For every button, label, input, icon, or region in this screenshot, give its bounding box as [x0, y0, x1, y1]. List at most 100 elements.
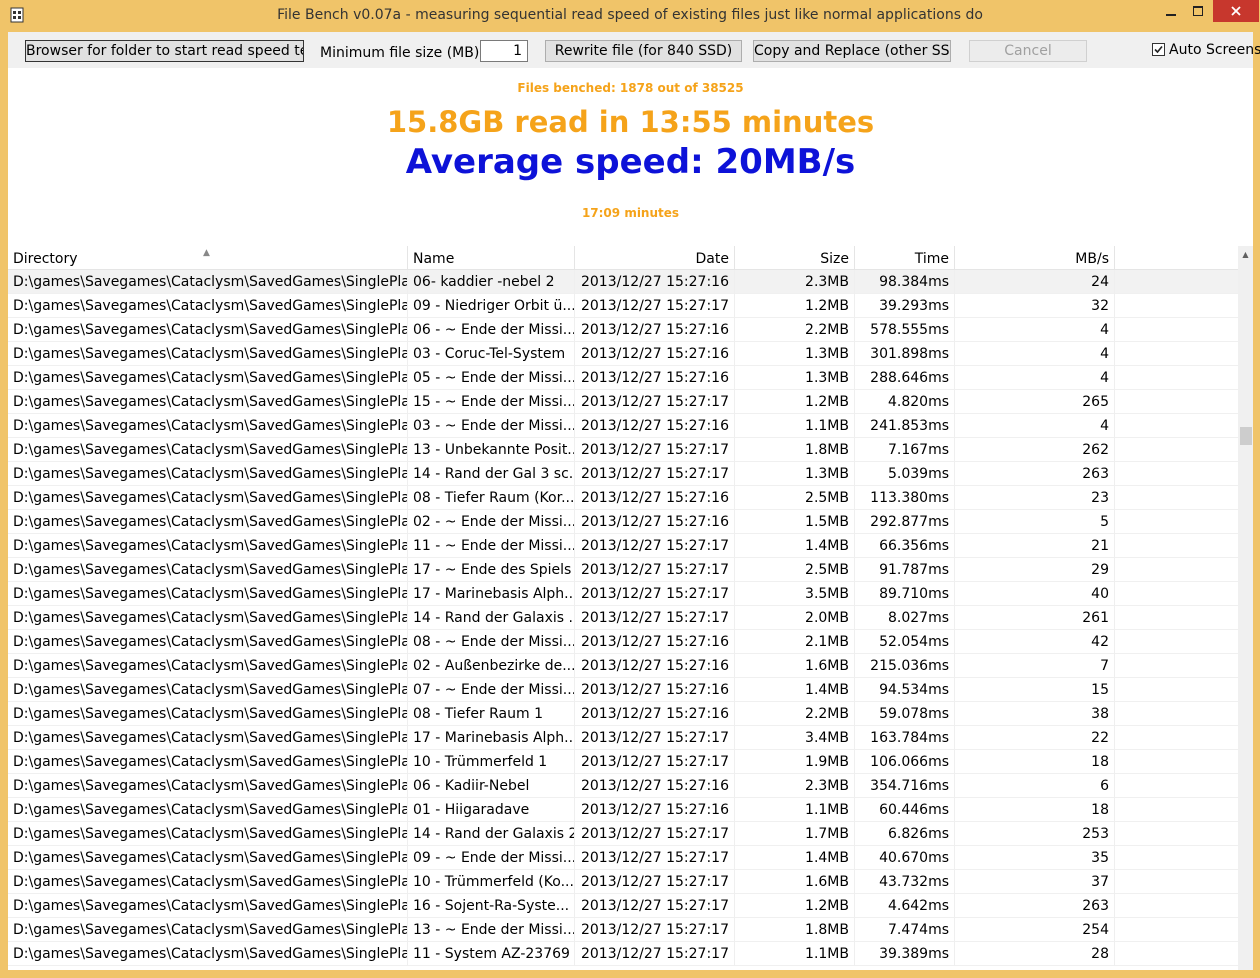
table-row[interactable]: D:\games\Savegames\Cataclysm\SavedGames\… [8, 678, 1238, 702]
table-row[interactable]: D:\games\Savegames\Cataclysm\SavedGames\… [8, 774, 1238, 798]
cell-filler [1115, 558, 1238, 582]
column-header-time[interactable]: Time [855, 246, 955, 270]
cell-date: 2013/12/27 15:27:17 [575, 726, 735, 750]
table-row[interactable]: D:\games\Savegames\Cataclysm\SavedGames\… [8, 558, 1238, 582]
table-row[interactable]: D:\games\Savegames\Cataclysm\SavedGames\… [8, 414, 1238, 438]
table-row[interactable]: D:\games\Savegames\Cataclysm\SavedGames\… [8, 870, 1238, 894]
table-row[interactable]: D:\games\Savegames\Cataclysm\SavedGames\… [8, 318, 1238, 342]
table-row[interactable]: D:\games\Savegames\Cataclysm\SavedGames\… [8, 894, 1238, 918]
cell-directory: D:\games\Savegames\Cataclysm\SavedGames\… [8, 654, 408, 678]
table-row[interactable]: D:\games\Savegames\Cataclysm\SavedGames\… [8, 486, 1238, 510]
cell-mbs: 5 [955, 510, 1115, 534]
table-row[interactable]: D:\games\Savegames\Cataclysm\SavedGames\… [8, 606, 1238, 630]
cell-filler [1115, 654, 1238, 678]
maximize-button[interactable] [1183, 0, 1212, 22]
cell-directory: D:\games\Savegames\Cataclysm\SavedGames\… [8, 822, 408, 846]
cell-name: 09 - Niedriger Orbit ü... [408, 294, 575, 318]
cell-mbs: 4 [955, 342, 1115, 366]
table-row[interactable]: D:\games\Savegames\Cataclysm\SavedGames\… [8, 726, 1238, 750]
cell-time: 354.716ms [855, 774, 955, 798]
table-row[interactable]: D:\games\Savegames\Cataclysm\SavedGames\… [8, 534, 1238, 558]
minimize-button[interactable] [1156, 0, 1185, 22]
min-size-input[interactable]: 1 [480, 40, 528, 62]
cell-mbs: 4 [955, 318, 1115, 342]
cell-size: 2.5MB [735, 558, 855, 582]
cell-filler [1115, 318, 1238, 342]
table-row[interactable]: D:\games\Savegames\Cataclysm\SavedGames\… [8, 918, 1238, 942]
cell-time: 7.167ms [855, 438, 955, 462]
cell-date: 2013/12/27 15:27:16 [575, 510, 735, 534]
cell-size: 2.5MB [735, 486, 855, 510]
browse-folder-button[interactable]: Browser for folder to start read speed t… [25, 40, 304, 62]
cell-time: 163.784ms [855, 726, 955, 750]
table-row[interactable]: D:\games\Savegames\Cataclysm\SavedGames\… [8, 582, 1238, 606]
column-header-size[interactable]: Size [735, 246, 855, 270]
cell-time: 94.534ms [855, 678, 955, 702]
column-header-name[interactable]: Name [408, 246, 575, 270]
cell-time: 60.446ms [855, 798, 955, 822]
cell-directory: D:\games\Savegames\Cataclysm\SavedGames\… [8, 342, 408, 366]
cell-name: 07 - ~ Ende der Missi... [408, 678, 575, 702]
cell-date: 2013/12/27 15:27:16 [575, 630, 735, 654]
table-row[interactable]: D:\games\Savegames\Cataclysm\SavedGames\… [8, 846, 1238, 870]
cell-date: 2013/12/27 15:27:16 [575, 798, 735, 822]
cell-mbs: 7 [955, 654, 1115, 678]
table-row[interactable]: D:\games\Savegames\Cataclysm\SavedGames\… [8, 390, 1238, 414]
table-row[interactable]: D:\games\Savegames\Cataclysm\SavedGames\… [8, 798, 1238, 822]
cell-name: 06 - Kadiir-Nebel [408, 774, 575, 798]
cell-mbs: 262 [955, 438, 1115, 462]
close-button[interactable] [1213, 0, 1259, 22]
cell-name: 17 - ~ Ende des Spiels [408, 558, 575, 582]
cell-filler [1115, 342, 1238, 366]
column-header-date[interactable]: Date [575, 246, 735, 270]
cell-date: 2013/12/27 15:27:17 [575, 870, 735, 894]
table-row[interactable]: D:\games\Savegames\Cataclysm\SavedGames\… [8, 438, 1238, 462]
title-bar[interactable]: File Bench v0.07a - measuring sequential… [0, 0, 1260, 32]
column-header-directory[interactable]: Directory ▲ [8, 246, 408, 270]
copy-replace-button[interactable]: Copy and Replace (other SSD) [753, 40, 951, 62]
cell-date: 2013/12/27 15:27:16 [575, 702, 735, 726]
cell-filler [1115, 606, 1238, 630]
cell-size: 1.5MB [735, 510, 855, 534]
cell-date: 2013/12/27 15:27:17 [575, 942, 735, 966]
cell-date: 2013/12/27 15:27:17 [575, 606, 735, 630]
cell-filler [1115, 366, 1238, 390]
cell-date: 2013/12/27 15:27:16 [575, 318, 735, 342]
cell-name: 09 - ~ Ende der Missi... [408, 846, 575, 870]
results-table[interactable]: Directory ▲ Name Date Size Time MB/s D:\… [8, 246, 1253, 970]
cell-directory: D:\games\Savegames\Cataclysm\SavedGames\… [8, 894, 408, 918]
cell-size: 2.2MB [735, 318, 855, 342]
table-row[interactable]: D:\games\Savegames\Cataclysm\SavedGames\… [8, 822, 1238, 846]
cell-date: 2013/12/27 15:27:17 [575, 822, 735, 846]
table-header: Directory ▲ Name Date Size Time MB/s [8, 246, 1238, 270]
rewrite-file-button[interactable]: Rewrite file (for 840 SSD) [545, 40, 742, 62]
cell-directory: D:\games\Savegames\Cataclysm\SavedGames\… [8, 582, 408, 606]
table-row[interactable]: D:\games\Savegames\Cataclysm\SavedGames\… [8, 942, 1238, 966]
column-header-mbs[interactable]: MB/s [955, 246, 1115, 270]
cell-filler [1115, 414, 1238, 438]
vertical-scrollbar[interactable]: ▲ [1238, 246, 1253, 970]
cell-size: 1.4MB [735, 846, 855, 870]
scrollbar-thumb[interactable] [1240, 427, 1252, 445]
table-row[interactable]: D:\games\Savegames\Cataclysm\SavedGames\… [8, 654, 1238, 678]
table-row[interactable]: D:\games\Savegames\Cataclysm\SavedGames\… [8, 366, 1238, 390]
table-row[interactable]: D:\games\Savegames\Cataclysm\SavedGames\… [8, 270, 1238, 294]
table-row[interactable]: D:\games\Savegames\Cataclysm\SavedGames\… [8, 342, 1238, 366]
auto-screens-checkbox[interactable] [1152, 43, 1165, 56]
cell-filler [1115, 510, 1238, 534]
cell-name: 01 - Hiigaradave [408, 798, 575, 822]
cell-date: 2013/12/27 15:27:17 [575, 918, 735, 942]
cancel-button[interactable]: Cancel [969, 40, 1087, 62]
average-speed-text: Average speed: 20MB/s [405, 142, 856, 182]
cell-filler [1115, 774, 1238, 798]
table-row[interactable]: D:\games\Savegames\Cataclysm\SavedGames\… [8, 510, 1238, 534]
cell-directory: D:\games\Savegames\Cataclysm\SavedGames\… [8, 702, 408, 726]
table-row[interactable]: D:\games\Savegames\Cataclysm\SavedGames\… [8, 630, 1238, 654]
scroll-up-icon[interactable]: ▲ [1238, 246, 1253, 263]
table-row[interactable]: D:\games\Savegames\Cataclysm\SavedGames\… [8, 294, 1238, 318]
cell-filler [1115, 294, 1238, 318]
cell-directory: D:\games\Savegames\Cataclysm\SavedGames\… [8, 798, 408, 822]
table-row[interactable]: D:\games\Savegames\Cataclysm\SavedGames\… [8, 462, 1238, 486]
table-row[interactable]: D:\games\Savegames\Cataclysm\SavedGames\… [8, 750, 1238, 774]
table-row[interactable]: D:\games\Savegames\Cataclysm\SavedGames\… [8, 702, 1238, 726]
